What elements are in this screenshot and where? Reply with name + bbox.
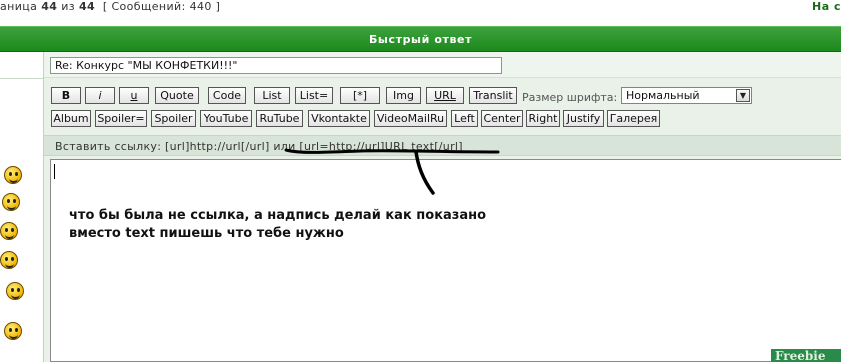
- page-total: 44: [78, 0, 96, 13]
- rutube-button[interactable]: RuTube: [256, 110, 303, 127]
- bold-button[interactable]: B: [51, 87, 81, 104]
- topbar: аница 44 из 44 [ Сообщений: 440 ] На с: [0, 0, 841, 22]
- list-button[interactable]: List: [254, 87, 290, 104]
- italic-button[interactable]: i: [85, 87, 115, 104]
- justify-button[interactable]: Justify: [563, 110, 604, 127]
- align-right-button[interactable]: Right: [526, 110, 560, 127]
- videomailru-button[interactable]: VideoMailRu: [374, 110, 447, 127]
- align-center-button[interactable]: Center: [481, 110, 523, 127]
- youtube-button[interactable]: YouTube: [200, 110, 252, 127]
- text-cursor: [54, 164, 55, 179]
- list-ordered-button[interactable]: List=: [295, 87, 333, 104]
- wink-icon[interactable]: [0, 251, 18, 269]
- subject-input[interactable]: Re: Конкурс "МЫ КОНФЕТКИ!!!": [50, 57, 502, 74]
- message-textarea[interactable]: что бы была не ссылка, а надпись делай к…: [50, 159, 841, 362]
- align-left-button[interactable]: Left: [451, 110, 478, 127]
- laugh-icon[interactable]: [4, 322, 22, 340]
- vkontakte-button[interactable]: Vkontakte: [308, 110, 370, 127]
- page-current: 44: [41, 0, 58, 13]
- chevron-down-icon[interactable]: ▼: [736, 89, 750, 102]
- reply-form: Re: Конкурс "МЫ КОНФЕТКИ!!!" B i u Quote…: [43, 52, 841, 362]
- album-button[interactable]: Album: [51, 110, 91, 127]
- list-item-button[interactable]: [*]: [340, 87, 380, 104]
- url-hint: Вставить ссылку: [url]http://url[/url] и…: [55, 140, 463, 153]
- url-button[interactable]: URL: [426, 87, 464, 104]
- quick-reply-header: Быстрый ответ: [0, 26, 841, 52]
- quote-button[interactable]: Quote: [155, 87, 199, 104]
- messages-count: [ Сообщений: 440 ]: [102, 0, 221, 13]
- gallery-button[interactable]: Галерея: [607, 110, 660, 127]
- divider: [0, 78, 43, 79]
- smile-icon[interactable]: [4, 166, 22, 184]
- font-size-select[interactable]: Нормальный ▼: [621, 87, 752, 104]
- watermark: Freebie: [771, 349, 841, 362]
- url-hint-bar: Вставить ссылку: [url]http://url[/url] и…: [44, 135, 841, 156]
- pagination-prefix: аница: [0, 0, 38, 13]
- translit-button[interactable]: Translit: [469, 87, 517, 104]
- subject-row: Re: Конкурс "МЫ КОНФЕТКИ!!!": [44, 52, 841, 78]
- thumbs-up-icon[interactable]: [2, 193, 20, 211]
- thinking-icon[interactable]: [6, 282, 24, 300]
- code-button[interactable]: Code: [208, 87, 246, 104]
- page-of: из: [61, 0, 76, 13]
- font-size-selected: Нормальный: [626, 89, 700, 102]
- tongue-icon[interactable]: [0, 222, 18, 240]
- smileys-column: [0, 52, 43, 362]
- underline-button[interactable]: u: [119, 87, 149, 104]
- font-size-label: Размер шрифта:: [522, 91, 618, 104]
- annotation-note: что бы была не ссылка, а надпись делай к…: [65, 204, 539, 247]
- pagination-info: аница 44 из 44 [ Сообщений: 440 ]: [0, 0, 220, 13]
- top-right-link[interactable]: На с: [812, 0, 841, 13]
- spoiler-button[interactable]: Spoiler: [151, 110, 196, 127]
- annotation-line-2: вместо text пишешь что тебе нужно: [69, 226, 344, 241]
- img-button[interactable]: Img: [386, 87, 421, 104]
- annotation-line-1: что бы была не ссылка, а надпись делай к…: [69, 208, 487, 223]
- spoiler-named-button[interactable]: Spoiler=: [95, 110, 147, 127]
